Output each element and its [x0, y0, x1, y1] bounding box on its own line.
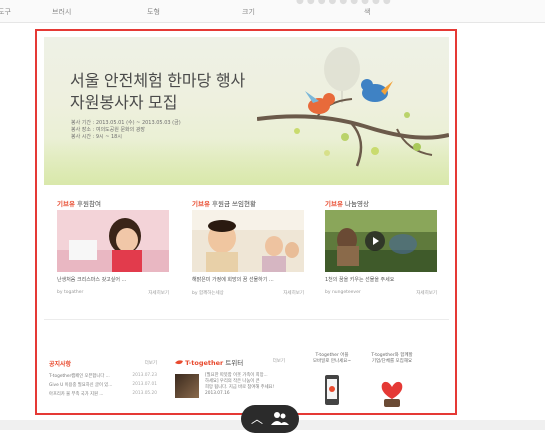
partner-promo-line2: 기업/단체를 모집해요	[371, 359, 413, 364]
card-photo-girl[interactable]	[57, 210, 169, 272]
notice-more-link[interactable]: 더보기	[145, 360, 157, 366]
card-video-thumbnail[interactable]	[325, 210, 437, 272]
twitter-title-suffix: 트위터	[223, 359, 244, 367]
paint-toolbar: 도구 브러시 도형 크기 색 ●●●●●●●●●	[0, 0, 545, 23]
twitter-date: 2013.07.16	[205, 391, 230, 396]
app-promo-text: T-together 어플 모바일로 만나세요~	[305, 353, 359, 365]
banner-info-time: 봉사 시간 : 9시 ~ 18시	[71, 134, 122, 140]
card-more-link[interactable]: 자세히보기	[148, 290, 169, 296]
twitter-more-link[interactable]: 더보기	[273, 358, 285, 364]
notice-row[interactable]: Give U 이용중 필요하신 글이 있... 2013.07.01	[49, 382, 157, 388]
twitter-heading: T-together 트위터	[175, 357, 243, 367]
bird-branch-illustration	[257, 79, 449, 167]
toolbar-size[interactable]: 크기	[242, 7, 255, 17]
card-caption: 난생처음 크리스마스 갖고싶어 ...	[57, 277, 127, 283]
partner-recruit-promo[interactable]: T-together와 함께할 기업/단체를 모집해요	[365, 349, 419, 425]
color-palette-swatches[interactable]: ●●●●●●●●●	[296, 0, 394, 6]
notice-row[interactable]: T-together캠페인 오픈합니다 ... 2013.07.23	[49, 373, 157, 379]
twitter-brand: T-together	[185, 359, 224, 367]
participants-icon[interactable]	[271, 411, 289, 426]
notice-row-date: 2013.07.01	[132, 382, 157, 387]
card-sharing-video[interactable]: 기브유 나눔영상 1천의 꿈을 키우는 선물을 주세요 by nungeteev…	[325, 198, 437, 308]
chevron-up-icon[interactable]: ︿	[251, 410, 263, 427]
card-photo-children[interactable]	[192, 210, 304, 272]
card-more-link[interactable]: 자세히보기	[283, 290, 304, 296]
card-more-link[interactable]: 자세히보기	[416, 290, 437, 296]
card-author: by 함께하는세상	[192, 291, 224, 296]
notice-title: 공지사항	[49, 361, 72, 368]
card-heading: 기브유 후원참여	[57, 198, 101, 208]
bird-logo-icon	[175, 360, 183, 365]
partner-promo-text: T-together와 함께할 기업/단체를 모집해요	[365, 353, 419, 365]
give-u-cards: 기브유 후원참여 난생처음 크리스마스 갖고싶어 ... by togather…	[57, 198, 437, 308]
play-icon[interactable]	[365, 231, 385, 251]
card-heading: 기브유 나눔영상	[325, 198, 369, 208]
toolbar-brush[interactable]: 브러시	[52, 7, 71, 17]
card-author: by togather	[57, 290, 84, 295]
banner-info: 봉사 기간 : 2013.05.01 (수) ~ 2013.05.03 (금) …	[71, 120, 181, 141]
twitter-post-text[interactable]: [필요한 따뜻함 이웃 가족이 희망... 하세요] 우리의 작은 나눔이 큰 …	[205, 373, 274, 397]
smartphone-icon	[325, 375, 339, 405]
card-heading: 기브유 후원금 쓰임현황	[192, 198, 256, 208]
notice-row-text: 아프리카 물 부족 국가 지원 ...	[49, 392, 104, 397]
highlight-selection-frame: 서울 안전체험 한마당 행사 자원봉사자 모집 봉사 기간 : 2013.05.…	[35, 29, 457, 415]
girl-photo-image	[57, 210, 169, 272]
card-category: 기브유	[57, 200, 75, 208]
card-title: 후원금 쓰임현황	[212, 200, 256, 208]
card-category: 기브유	[192, 200, 210, 208]
meeting-controls-pill[interactable]: ︿	[241, 405, 299, 433]
banner-title-line1: 서울 안전체험 한마당 행사	[70, 73, 246, 90]
children-photo-image	[192, 210, 304, 272]
banner-title: 서울 안전체험 한마당 행사 자원봉사자 모집	[70, 71, 245, 115]
card-caption: 해맑은미 가정에 희망의 꿈 선물하기 ...	[192, 277, 274, 283]
notice-row[interactable]: 아프리카 물 부족 국가 지원 ... 2013.05.20	[49, 391, 157, 397]
banner-title-line2: 자원봉사자 모집	[70, 95, 178, 112]
card-title: 나눔영상	[345, 200, 369, 208]
card-title: 후원참여	[77, 200, 101, 208]
toolbar-shapes[interactable]: 도형	[147, 7, 160, 17]
heart-hands-icon	[381, 381, 403, 407]
volunteer-banner[interactable]: 서울 안전체험 한마당 행사 자원봉사자 모집 봉사 기간 : 2013.05.…	[44, 37, 449, 185]
banner-info-period: 봉사 기간 : 2013.05.01 (수) ~ 2013.05.03 (금)	[71, 120, 181, 126]
card-category: 기브유	[325, 200, 343, 208]
notice-row-text: T-together캠페인 오픈합니다 ...	[49, 374, 110, 379]
card-usage-status[interactable]: 기브유 후원금 쓰임현황 해맑은미 가정에 희망의 꿈 선물하기 ... by …	[192, 198, 304, 308]
card-donation[interactable]: 기브유 후원참여 난생처음 크리스마스 갖고싶어 ... by togather…	[57, 198, 169, 308]
toolbar-tools[interactable]: 도구	[0, 7, 11, 17]
notice-row-text: Give U 이용중 필요하신 글이 있...	[49, 383, 113, 388]
banner-info-place: 봉사 장소 : 여의도공원 문화의 광장	[71, 127, 146, 133]
app-promo-line2: 모바일로 만나세요~	[312, 359, 352, 364]
notice-row-date: 2013.05.20	[132, 391, 157, 396]
notice-board: 공지사항 더보기 T-together캠페인 오픈합니다 ... 2013.07.…	[49, 359, 157, 429]
mobile-app-promo[interactable]: T-together 어플 모바일로 만나세요~	[305, 349, 359, 425]
section-divider	[44, 319, 449, 320]
card-author: by nungeteever	[325, 290, 361, 295]
toolbar-color[interactable]: 색	[364, 7, 370, 17]
notice-row-date: 2013.07.23	[132, 373, 157, 378]
twitter-thumbnail[interactable]	[175, 374, 199, 398]
card-caption: 1천의 꿈을 키우는 선물을 주세요	[325, 277, 395, 283]
